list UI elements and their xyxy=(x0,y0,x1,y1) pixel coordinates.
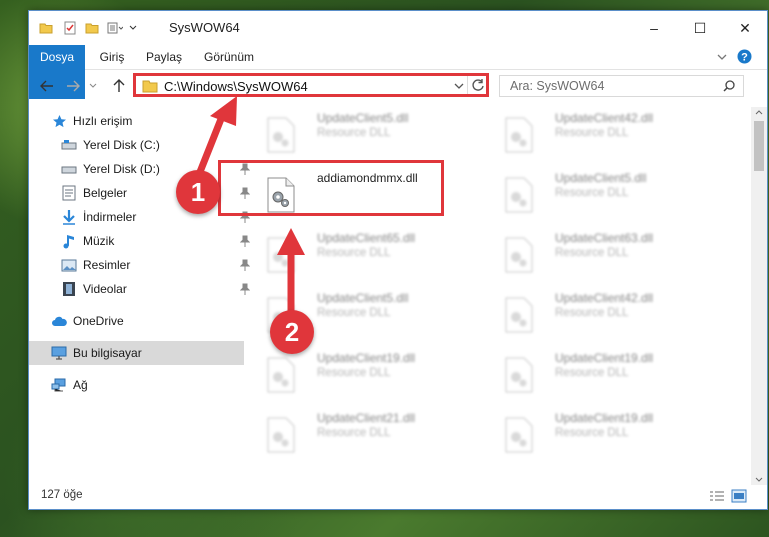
music-icon xyxy=(61,233,77,249)
sidebar-item-network[interactable]: Ağ xyxy=(29,373,244,397)
help-icon[interactable]: ? xyxy=(737,49,752,64)
dll-file-icon xyxy=(505,237,533,273)
close-button[interactable]: ✕ xyxy=(722,11,768,45)
maximize-button[interactable]: ☐ xyxy=(677,11,723,45)
title-bar: SysWOW64 – ☐ ✕ xyxy=(29,11,767,45)
dll-file-icon xyxy=(505,417,533,453)
search-input[interactable]: Ara: SysWOW64 xyxy=(499,75,744,97)
list-item[interactable]: UpdateClient19.dll Resource DLL xyxy=(492,407,722,461)
star-icon xyxy=(51,113,67,129)
arrow-up-icon xyxy=(113,79,125,92)
up-button[interactable] xyxy=(109,76,129,96)
arrow-left-icon xyxy=(40,80,53,92)
download-icon xyxy=(61,209,77,225)
dll-file-icon xyxy=(505,357,533,393)
list-item[interactable]: UpdateClient42.dll Resource DLL xyxy=(492,107,722,161)
list-item[interactable]: UpdateClient42.dll Resource DLL xyxy=(492,287,722,341)
scrollbar-thumb[interactable] xyxy=(754,121,764,171)
search-icon xyxy=(723,80,735,92)
cloud-icon xyxy=(51,313,67,329)
item-count: 127 öğe xyxy=(41,489,83,501)
details-view-icon[interactable] xyxy=(709,490,725,502)
documents-icon xyxy=(61,185,77,201)
forward-button[interactable] xyxy=(63,76,83,96)
recent-locations-button[interactable] xyxy=(87,76,99,96)
dll-file-icon xyxy=(267,357,295,393)
explorer-window: SysWOW64 – ☐ ✕ Dosya Giriş Paylaş Görünü… xyxy=(28,10,768,510)
navigation-pane: Hızlı erişim Yerel Disk (C:) Yerel Disk … xyxy=(29,107,250,477)
chevron-down-icon[interactable] xyxy=(717,53,727,61)
refresh-icon[interactable] xyxy=(471,78,485,92)
status-bar: 127 öğe xyxy=(29,483,767,509)
dll-file-icon xyxy=(505,177,533,213)
list-item[interactable]: UpdateClient65.dll Resource DLL xyxy=(254,227,484,281)
step-1-badge: 1 xyxy=(176,170,220,214)
quick-access-toolbar xyxy=(39,19,137,37)
dll-file-icon xyxy=(267,237,295,273)
drive-icon xyxy=(61,161,77,177)
properties-icon[interactable] xyxy=(63,21,77,35)
sidebar-item-quick-access[interactable]: Hızlı erişim xyxy=(29,109,244,133)
list-item[interactable]: UpdateClient19.dll Resource DLL xyxy=(254,347,484,401)
folder-icon[interactable] xyxy=(39,21,53,35)
folder-icon xyxy=(142,80,158,93)
sidebar-item-videos[interactable]: Videolar xyxy=(29,277,254,301)
address-path: C:\Windows\SysWOW64 xyxy=(164,79,308,94)
chevron-down-icon xyxy=(89,83,97,88)
tab-giris[interactable]: Giriş xyxy=(95,45,129,69)
dll-file-icon xyxy=(505,117,533,153)
chevron-down-icon[interactable] xyxy=(454,82,464,90)
ribbon-tabs: Dosya Giriş Paylaş Görünüm ? xyxy=(29,45,767,99)
step-2-badge: 2 xyxy=(270,310,314,354)
minimize-button[interactable]: – xyxy=(631,11,677,45)
customize-icon[interactable] xyxy=(107,21,123,35)
list-item[interactable]: UpdateClient19.dll Resource DLL xyxy=(492,347,722,401)
video-icon xyxy=(61,281,77,297)
new-folder-icon[interactable] xyxy=(85,21,99,35)
computer-icon xyxy=(51,345,67,361)
list-item[interactable]: UpdateClient5.dll Resource DLL xyxy=(254,107,484,161)
list-item[interactable]: UpdateClient5.dll Resource DLL xyxy=(492,167,722,221)
scroll-up-icon[interactable] xyxy=(755,109,763,115)
dll-file-icon xyxy=(505,297,533,333)
dll-file-icon xyxy=(267,417,295,453)
network-icon xyxy=(51,377,67,393)
pictures-icon xyxy=(61,257,77,273)
highlight-box xyxy=(218,160,444,216)
large-icons-view-icon[interactable] xyxy=(731,489,747,503)
navigation-bar: C:\Windows\SysWOW64 Ara: SysWOW64 xyxy=(29,70,767,102)
dll-file-icon xyxy=(267,117,295,153)
vertical-scrollbar[interactable] xyxy=(751,107,767,485)
drive-icon xyxy=(61,137,77,153)
sidebar-item-pictures[interactable]: Resimler xyxy=(29,253,254,277)
list-item[interactable]: UpdateClient21.dll Resource DLL xyxy=(254,407,484,461)
list-item[interactable]: UpdateClient63.dll Resource DLL xyxy=(492,227,722,281)
window-title: SysWOW64 xyxy=(169,20,240,35)
sidebar-item-onedrive[interactable]: OneDrive xyxy=(29,309,244,333)
sidebar-item-this-pc[interactable]: Bu bilgisayar xyxy=(29,341,244,365)
search-placeholder: Ara: SysWOW64 xyxy=(510,79,605,93)
tab-gorunum[interactable]: Görünüm xyxy=(201,45,257,69)
sidebar-item-disk-c[interactable]: Yerel Disk (C:) xyxy=(29,133,254,157)
dropdown-arrow-icon[interactable] xyxy=(129,24,137,32)
svg-text:?: ? xyxy=(741,52,748,64)
sidebar-item-music[interactable]: Müzik xyxy=(29,229,254,253)
address-bar[interactable]: C:\Windows\SysWOW64 xyxy=(133,73,489,97)
back-button[interactable] xyxy=(37,76,57,96)
arrow-right-icon xyxy=(67,80,80,92)
tab-paylas[interactable]: Paylaş xyxy=(143,45,185,69)
